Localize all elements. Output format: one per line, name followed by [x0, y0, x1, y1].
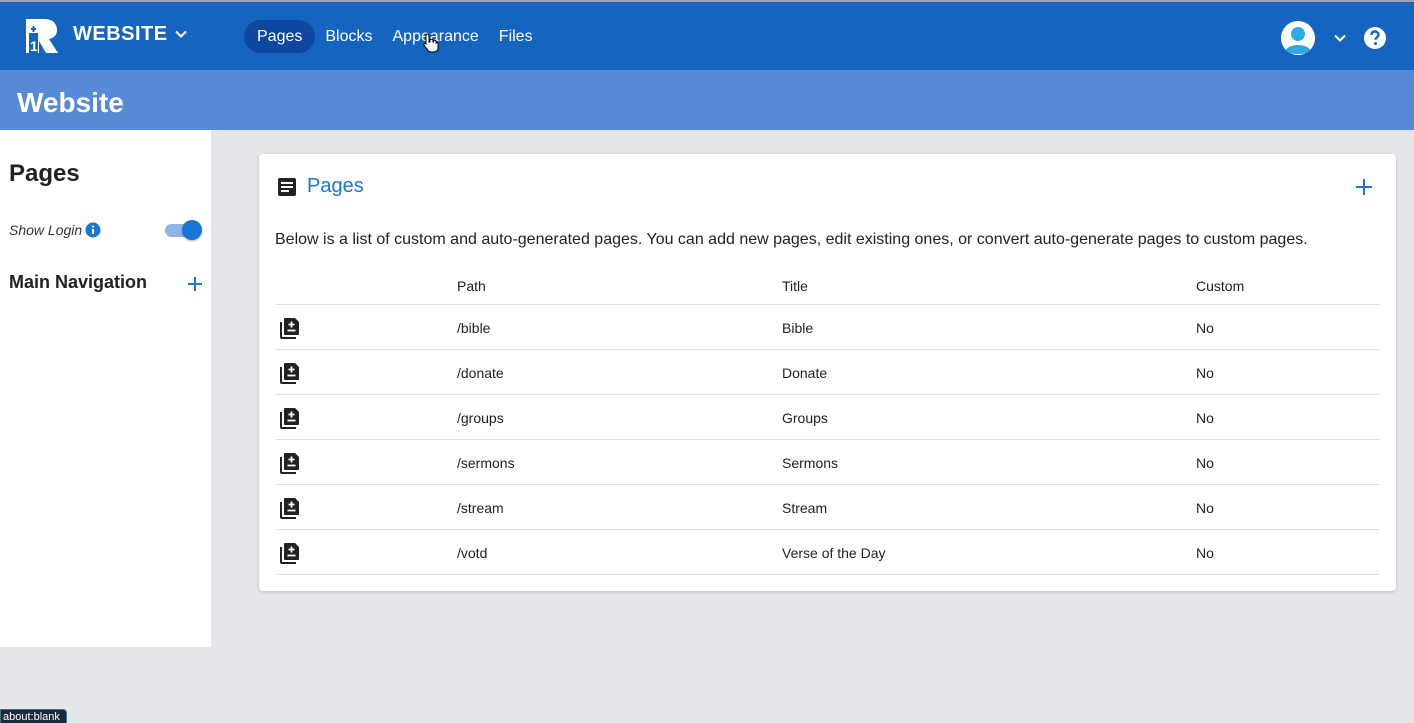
add-page-icon[interactable] — [280, 407, 300, 429]
table-row[interactable]: /donate Donate No — [275, 350, 1380, 395]
cell-path: /sermons — [457, 455, 515, 471]
cell-title: Sermons — [782, 455, 839, 471]
cell-custom: No — [1196, 500, 1214, 516]
table-row[interactable]: /sermons Sermons No — [275, 440, 1380, 485]
top-app-bar: 1 WEBSITE Pages Blocks Appearance Files — [0, 0, 1414, 70]
app-logo-icon[interactable]: 1 — [24, 17, 60, 55]
column-header-path: Path — [457, 278, 486, 294]
cell-custom: No — [1196, 410, 1214, 426]
table-row[interactable]: /groups Groups No — [275, 395, 1380, 440]
cell-path: /bible — [457, 320, 491, 336]
help-icon[interactable] — [1363, 26, 1387, 50]
add-page-icon[interactable] — [280, 362, 300, 384]
show-login-label: Show Login — [9, 222, 83, 238]
pages-card: Pages Below is a list of custom and auto… — [259, 154, 1396, 591]
page-header: Website — [0, 70, 1414, 130]
cell-custom: No — [1196, 455, 1214, 471]
cell-path: /votd — [457, 545, 488, 561]
show-login-toggle[interactable] — [165, 220, 203, 240]
cell-path: /stream — [457, 500, 504, 516]
svg-text:1: 1 — [30, 38, 38, 54]
nav-blocks[interactable]: Blocks — [315, 20, 382, 53]
add-page-icon[interactable] — [280, 542, 300, 564]
sidebar-title: Pages — [9, 160, 80, 187]
nav-files[interactable]: Files — [489, 20, 543, 53]
card-title: Pages — [307, 175, 364, 197]
cell-custom: No — [1196, 545, 1214, 561]
cell-title: Verse of the Day — [782, 545, 886, 561]
user-icon — [1281, 21, 1315, 55]
add-page-icon[interactable] — [280, 452, 300, 474]
toggle-knob — [182, 220, 202, 240]
column-header-title: Title — [782, 278, 808, 294]
card-description: Below is a list of custom and auto-gener… — [275, 231, 1308, 248]
sidebar: Pages Show Login Main Navigation — [0, 130, 211, 647]
site-selector-label[interactable]: WEBSITE — [73, 23, 168, 46]
add-page-icon[interactable] — [280, 497, 300, 519]
user-avatar[interactable] — [1281, 21, 1315, 55]
column-header-custom: Custom — [1196, 278, 1245, 294]
cell-title: Bible — [782, 320, 814, 336]
cell-title: Stream — [782, 500, 828, 516]
info-icon[interactable] — [85, 222, 101, 238]
main-navigation-label: Main Navigation — [9, 272, 148, 292]
pages-table: Path Title Custom /bible Bible No /donat… — [275, 266, 1380, 575]
cell-title: Donate — [782, 365, 828, 381]
page-title: Website — [17, 87, 124, 118]
add-page-button[interactable] — [1354, 177, 1374, 197]
table-body: /bible Bible No /donate Donate No /group… — [275, 305, 1380, 575]
main-nav: Pages Blocks Appearance Files — [244, 20, 543, 53]
cell-custom: No — [1196, 320, 1214, 336]
add-page-icon[interactable] — [280, 317, 300, 339]
chevron-down-icon[interactable] — [173, 26, 189, 42]
cell-path: /groups — [457, 410, 504, 426]
add-navigation-icon[interactable] — [186, 275, 204, 293]
table-row[interactable]: /bible Bible No — [275, 305, 1380, 350]
table-row[interactable]: /votd Verse of the Day No — [275, 530, 1380, 575]
status-bar-url: about:blank — [0, 709, 67, 723]
hand-cursor-icon — [423, 33, 439, 53]
nav-pages[interactable]: Pages — [244, 20, 316, 53]
table-row[interactable]: /stream Stream No — [275, 485, 1380, 530]
table-header: Path Title Custom — [275, 266, 1380, 305]
cell-title: Groups — [782, 410, 828, 426]
chevron-down-icon[interactable] — [1332, 30, 1348, 46]
cell-custom: No — [1196, 365, 1214, 381]
cell-path: /donate — [457, 365, 504, 381]
document-icon — [278, 178, 296, 196]
